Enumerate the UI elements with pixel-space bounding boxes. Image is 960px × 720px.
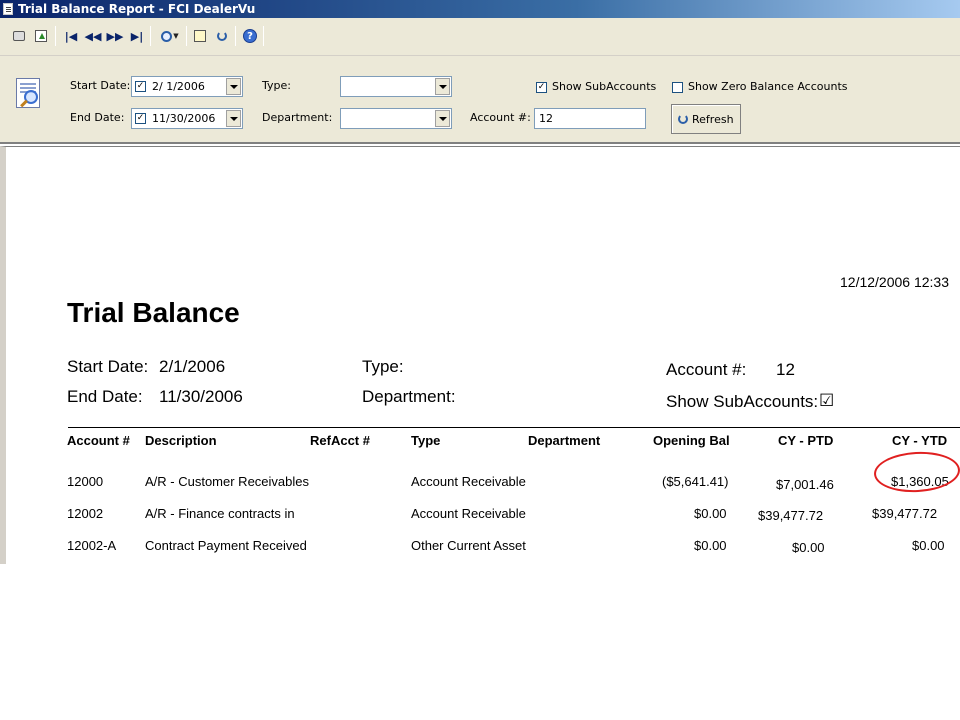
- end-date-checkbox[interactable]: ✓: [135, 113, 146, 124]
- refresh-button-label: Refresh: [692, 112, 734, 126]
- row-3-account: 12002-A: [67, 538, 117, 553]
- row-1-account: 12000: [67, 474, 104, 489]
- header-divider: [68, 427, 960, 428]
- report-type-label: Type:: [362, 357, 404, 376]
- type-select[interactable]: [340, 76, 452, 97]
- toolbar-separator: [235, 26, 236, 46]
- toolbar-separator: [150, 26, 151, 46]
- account-input[interactable]: 12: [534, 108, 646, 129]
- department-select[interactable]: [340, 108, 452, 129]
- title-bar: Trial Balance Report - FCI DealerVu: [0, 0, 960, 18]
- previous-page-icon[interactable]: ◀◀: [84, 26, 102, 46]
- report-account-label: Account #:: [666, 360, 747, 379]
- refresh-button[interactable]: Refresh: [671, 104, 741, 134]
- report-preview-icon: [16, 78, 44, 112]
- refresh-icon[interactable]: [213, 26, 231, 46]
- row-1-type: Account Receivable: [411, 474, 526, 489]
- chevron-down-icon[interactable]: [435, 110, 450, 127]
- export-icon[interactable]: [32, 26, 50, 46]
- column-header-opening-bal: Opening Bal: [653, 433, 730, 448]
- end-date-picker[interactable]: ✓ 11/30/2006: [131, 108, 243, 129]
- row-3-type: Other Current Asset: [411, 538, 526, 553]
- report-preview[interactable]: 12/12/2006 12:33 Trial Balance Start Dat…: [0, 146, 960, 564]
- start-date-picker[interactable]: ✓ 2/ 1/2006: [131, 76, 243, 97]
- chevron-down-icon: ▼: [173, 32, 179, 40]
- row-2-type: Account Receivable: [411, 506, 526, 521]
- filter-panel: Start Date: ✓ 2/ 1/2006 End Date: ✓ 11/3…: [0, 56, 960, 144]
- row-3-opening-bal: $0.00: [694, 538, 727, 553]
- account-label: Account #:: [470, 111, 531, 124]
- department-label: Department:: [262, 111, 333, 124]
- last-page-icon[interactable]: ▶|: [128, 26, 146, 46]
- report-timestamp: 12/12/2006 12:33: [840, 274, 949, 290]
- app-icon: [3, 3, 13, 15]
- column-header-type: Type: [411, 433, 441, 448]
- row-2-cy-ytd: $39,477.72: [872, 506, 938, 521]
- report-account-value: 12: [776, 360, 795, 379]
- refresh-icon: [678, 114, 688, 124]
- end-date-value: 11/30/2006: [152, 112, 216, 125]
- window-title: Trial Balance Report - FCI DealerVu: [18, 2, 256, 16]
- row-2-cy-ptd: $39,477.72: [758, 508, 824, 523]
- row-2-description: A/R - Finance contracts in: [145, 506, 295, 521]
- chevron-down-icon[interactable]: [226, 78, 241, 95]
- report-end-date-label: End Date:: [67, 387, 143, 406]
- find-icon[interactable]: [191, 26, 209, 46]
- next-page-icon[interactable]: ▶▶: [106, 26, 124, 46]
- show-zero-balance-label: Show Zero Balance Accounts: [688, 80, 848, 93]
- end-date-label: End Date:: [70, 111, 125, 124]
- column-header-cy-ptd: CY - PTD: [778, 433, 834, 448]
- show-subaccounts-checkbox[interactable]: ✓: [536, 82, 547, 93]
- first-page-icon[interactable]: |◀: [62, 26, 80, 46]
- report-show-subaccounts-label: Show SubAccounts:: [666, 392, 819, 411]
- report-start-date-label: Start Date:: [67, 357, 149, 376]
- column-header-department: Department: [528, 433, 601, 448]
- chevron-down-icon[interactable]: [435, 78, 450, 95]
- blank-area: [0, 564, 960, 720]
- toolbar-separator: [263, 26, 264, 46]
- toolbar: |◀ ◀◀ ▶▶ ▶| ▼ ?: [0, 18, 960, 56]
- help-icon[interactable]: ?: [241, 26, 259, 46]
- column-header-account: Account #: [67, 433, 130, 448]
- report-department-label: Department:: [362, 387, 456, 406]
- chevron-down-icon[interactable]: [226, 110, 241, 127]
- type-label: Type:: [262, 79, 291, 92]
- row-1-description: A/R - Customer Receivables: [145, 474, 309, 489]
- report-start-date-value: 2/1/2006: [159, 357, 226, 376]
- toolbar-separator: [186, 26, 187, 46]
- column-header-description: Description: [145, 433, 217, 448]
- show-zero-balance-checkbox[interactable]: [672, 82, 683, 93]
- row-1-cy-ptd: $7,001.46: [776, 477, 834, 492]
- report-show-subaccounts-mark: ☑: [819, 391, 835, 410]
- show-subaccounts-label: Show SubAccounts: [552, 80, 657, 93]
- report-title: Trial Balance: [67, 297, 240, 328]
- start-date-checkbox[interactable]: ✓: [135, 81, 146, 92]
- print-icon[interactable]: [10, 26, 28, 46]
- row-1-opening-bal: ($5,641.41): [662, 474, 729, 489]
- start-date-label: Start Date:: [70, 79, 131, 92]
- row-3-cy-ytd: $0.00: [912, 538, 945, 553]
- start-date-value: 2/ 1/2006: [152, 80, 205, 93]
- row-3-description: Contract Payment Received: [145, 538, 307, 553]
- row-2-account: 12002: [67, 506, 104, 521]
- toolbar-separator: [55, 26, 56, 46]
- zoom-icon[interactable]: ▼: [156, 26, 184, 46]
- report-end-date-value: 11/30/2006: [159, 387, 243, 406]
- row-3-cy-ptd: $0.00: [792, 540, 825, 555]
- column-header-cy-ytd: CY - YTD: [892, 433, 948, 448]
- row-2-opening-bal: $0.00: [694, 506, 727, 521]
- column-header-refacct: RefAcct #: [310, 433, 370, 448]
